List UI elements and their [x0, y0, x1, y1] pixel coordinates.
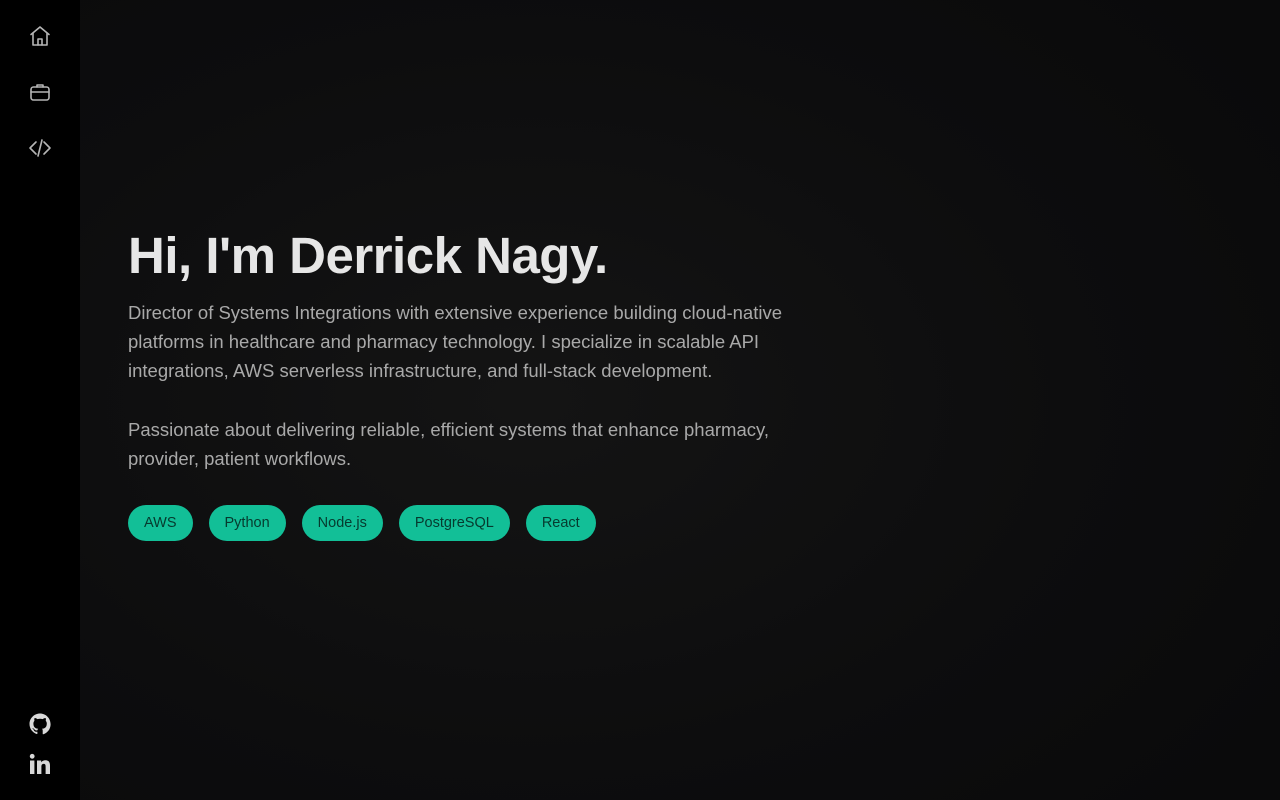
code-icon	[29, 139, 51, 157]
passion-paragraph: Passionate about delivering reliable, ef…	[128, 419, 770, 469]
github-link[interactable]	[26, 710, 54, 738]
home-icon	[30, 26, 50, 46]
skill-tags: AWS Python Node.js PostgreSQL React	[128, 505, 788, 541]
tag-python: Python	[208, 505, 286, 541]
intro-paragraph: Director of Systems Integrations with ex…	[128, 302, 782, 381]
tag-postgresql: PostgreSQL	[398, 505, 510, 541]
main-content: Hi, I'm Derrick Nagy. Director of System…	[80, 0, 1280, 800]
nav-experience-button[interactable]	[26, 78, 54, 106]
app: Hi, I'm Derrick Nagy. Director of System…	[0, 0, 1280, 800]
hero-section: Hi, I'm Derrick Nagy. Director of System…	[128, 226, 788, 541]
linkedin-link[interactable]	[26, 750, 54, 778]
tag-nodejs: Node.js	[301, 505, 383, 541]
linkedin-icon	[29, 753, 50, 774]
nav-projects-button[interactable]	[26, 134, 54, 162]
tag-react: React	[525, 505, 596, 541]
nav-home-button[interactable]	[26, 22, 54, 50]
github-icon	[29, 713, 51, 735]
tag-aws: AWS	[128, 505, 193, 541]
briefcase-icon	[30, 84, 50, 101]
sidebar	[0, 0, 80, 800]
page-title: Hi, I'm Derrick Nagy.	[128, 227, 608, 284]
